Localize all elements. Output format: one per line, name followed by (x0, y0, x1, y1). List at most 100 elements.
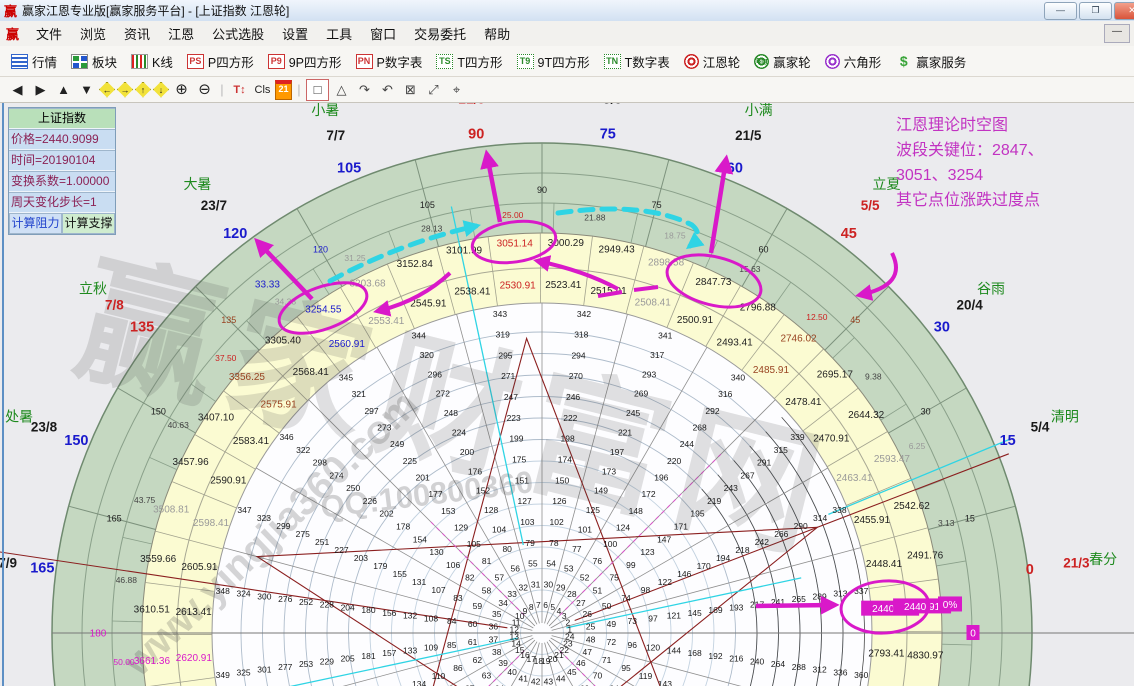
svg-text:2440.91: 2440.91 (904, 602, 941, 613)
svg-text:150: 150 (64, 433, 88, 449)
svg-text:2485.91: 2485.91 (753, 365, 790, 376)
svg-text:43: 43 (544, 677, 554, 686)
toolbar-button-江恩轮[interactable]: 江恩轮 (677, 52, 748, 71)
menu-item-8[interactable]: 交易委托 (405, 22, 475, 45)
prev-icon[interactable]: ◀ (7, 80, 28, 100)
toolbar-button-赢家服务[interactable]: $赢家服务 (888, 52, 973, 71)
parameter-row-1: 时间=20190104 (9, 150, 115, 171)
cls-icon[interactable]: Cls (252, 80, 273, 100)
toolbar-button-赢家轮[interactable]: Big赢家轮 (747, 52, 818, 71)
zoom-out-icon[interactable]: ⊖ (194, 80, 215, 100)
menu-item-5[interactable]: 设置 (273, 22, 317, 45)
pan-up-icon[interactable]: ↑ (135, 82, 151, 98)
menu-item-0[interactable]: 文件 (27, 22, 71, 45)
svg-text:2553.41: 2553.41 (368, 316, 405, 327)
rings-green-icon: Big (754, 54, 769, 69)
svg-text:3508.81: 3508.81 (153, 504, 190, 515)
drawing-toolbar: ◀▶▲▼←→↑↓⊕⊖|T↕Cls21|□△↷↶⊠⤢⌖ (0, 77, 1134, 103)
rotate-cw-icon[interactable]: ↷ (354, 80, 375, 100)
svg-text:266: 266 (774, 529, 788, 539)
minimize-button[interactable]: — (1044, 2, 1077, 20)
svg-text:12.50: 12.50 (806, 312, 828, 322)
sep2-icon: | (294, 80, 304, 100)
svg-text:165: 165 (30, 560, 54, 576)
toolbar-button-T数字表[interactable]: TNT数字表 (597, 52, 677, 71)
flag-down-icon[interactable]: ▼ (76, 80, 97, 100)
pointer-icon[interactable]: ⌖ (446, 80, 467, 100)
svg-text:320: 320 (420, 350, 434, 360)
svg-text:341: 341 (658, 331, 672, 341)
pan-left-icon[interactable]: ← (99, 82, 115, 98)
pan-right-icon[interactable]: → (117, 82, 133, 98)
svg-text:348: 348 (216, 586, 230, 596)
svg-text:322: 322 (296, 445, 310, 455)
svg-text:96: 96 (627, 640, 637, 650)
svg-text:4: 4 (557, 606, 562, 616)
calendar-21-icon[interactable]: 21 (275, 80, 292, 100)
maximize-button[interactable]: ❐ (1079, 2, 1112, 20)
svg-text:196: 196 (654, 473, 668, 483)
toolbar-button-K线[interactable]: K线 (124, 52, 180, 71)
svg-text:265: 265 (792, 594, 806, 604)
svg-text:15: 15 (1000, 433, 1016, 449)
svg-text:129: 129 (454, 522, 468, 532)
gann-wheel-chart[interactable]: 赢家财富网www.yingjia360.comQQ:10080036090105… (0, 103, 1134, 686)
toolbar-button-六角形[interactable]: 六角形 (818, 52, 889, 71)
next-icon[interactable]: ▶ (30, 80, 51, 100)
close-button[interactable]: ✕ (1114, 2, 1134, 20)
mdi-minimize-button[interactable]: — (1104, 24, 1130, 43)
svg-text:46: 46 (576, 658, 586, 668)
shape-square-icon[interactable]: □ (306, 79, 329, 101)
svg-text:347: 347 (237, 505, 251, 515)
menu-item-6[interactable]: 工具 (317, 22, 361, 45)
toolbar-button-T四方形[interactable]: TST四方形 (429, 52, 509, 71)
toolbar-button-9T四方形[interactable]: T99T四方形 (510, 52, 597, 71)
parameter-panel: 上证指数 价格=2440.9099时间=20190104变换系数=1.00000… (8, 107, 116, 235)
grid-select-icon[interactable]: ⊠ (400, 80, 421, 100)
svg-text:48: 48 (586, 634, 596, 644)
rotate-ccw-icon[interactable]: ↶ (377, 80, 398, 100)
svg-text:5/6: 5/6 (603, 103, 622, 106)
calc-support-button[interactable]: 计算支撑 (62, 213, 115, 234)
blocks-icon (71, 54, 88, 69)
menu-item-1[interactable]: 浏览 (71, 22, 115, 45)
svg-text:149: 149 (594, 486, 608, 496)
svg-text:267: 267 (740, 470, 754, 480)
svg-text:2568.41: 2568.41 (293, 367, 330, 378)
svg-text:51: 51 (593, 585, 603, 595)
menu-item-2[interactable]: 资讯 (115, 22, 159, 45)
toolbar-button-P四方形[interactable]: PSP四方形 (180, 52, 261, 71)
svg-text:32: 32 (519, 583, 529, 593)
toolbar-button-行情[interactable]: 行情 (4, 52, 64, 71)
svg-text:170: 170 (697, 561, 711, 571)
menu-item-4[interactable]: 公式选股 (203, 22, 273, 45)
menu-item-3[interactable]: 江恩 (159, 22, 203, 45)
zoom-in-icon[interactable]: ⊕ (171, 80, 192, 100)
svg-text:83: 83 (453, 593, 463, 603)
expand-icon[interactable]: ⤢ (423, 80, 444, 100)
toolbar-button-P数字表[interactable]: PNP数字表 (349, 52, 430, 71)
svg-text:2455.91: 2455.91 (854, 515, 891, 526)
svg-text:3: 3 (562, 611, 567, 621)
t-scale-icon[interactable]: T↕ (229, 80, 250, 100)
svg-text:2500.91: 2500.91 (677, 315, 714, 326)
svg-text:174: 174 (558, 454, 572, 464)
svg-text:264: 264 (771, 659, 785, 669)
toolbar-label: 行情 (32, 52, 57, 71)
svg-text:小暑: 小暑 (311, 103, 339, 118)
box-red-icon: PS (187, 54, 204, 69)
parameter-row-3: 周天变化步长=1 (9, 192, 115, 213)
svg-text:2478.41: 2478.41 (785, 397, 822, 408)
svg-text:198: 198 (560, 434, 574, 444)
dollar-icon: $ (895, 54, 912, 69)
flag-up-icon[interactable]: ▲ (53, 80, 74, 100)
menu-item-7[interactable]: 窗口 (361, 22, 405, 45)
pan-down-icon[interactable]: ↓ (153, 82, 169, 98)
toolbar-button-板块[interactable]: 板块 (64, 52, 124, 71)
calc-resistance-button[interactable]: 计算阻力 (9, 213, 62, 234)
menu-item-9[interactable]: 帮助 (475, 22, 519, 45)
svg-text:172: 172 (641, 489, 655, 499)
shape-triangle-icon[interactable]: △ (331, 80, 352, 100)
toolbar-button-9P四方形[interactable]: P99P四方形 (261, 52, 349, 71)
svg-text:谷雨: 谷雨 (977, 280, 1005, 296)
